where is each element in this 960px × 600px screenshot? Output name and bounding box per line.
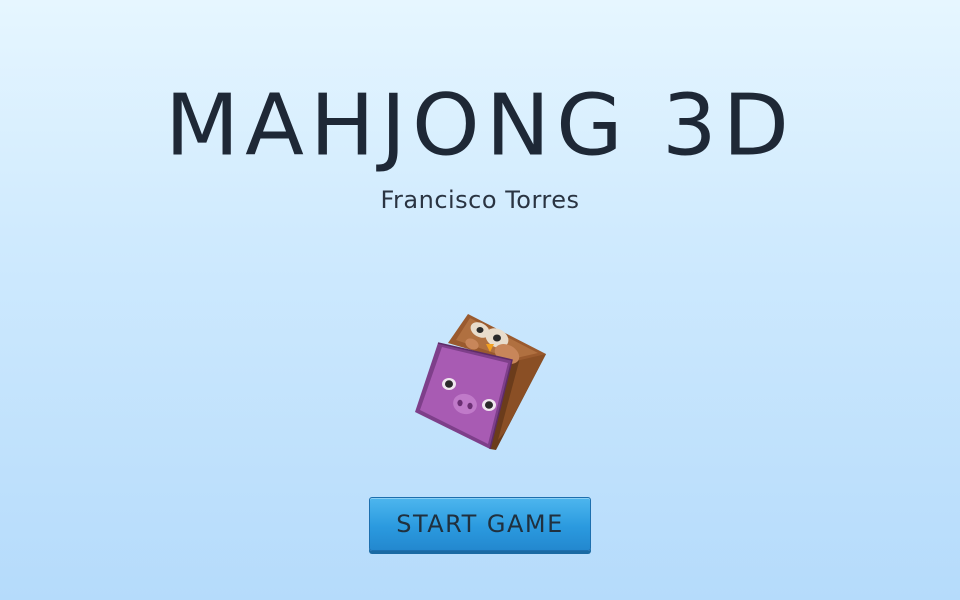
mahjong-cube-icon (415, 314, 546, 450)
game-title: MAHJONG 3D (164, 77, 795, 175)
start-game-button[interactable]: START GAME (369, 497, 591, 551)
author-credit: Francisco Torres (380, 186, 580, 214)
